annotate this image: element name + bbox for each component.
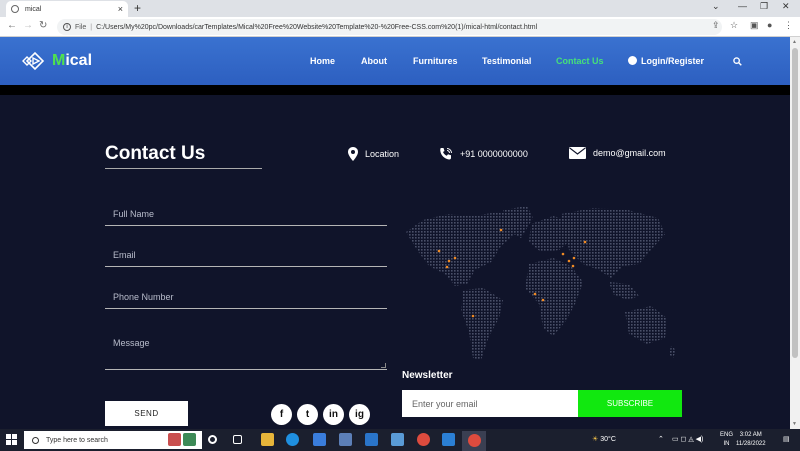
mail-icon[interactable] (365, 433, 378, 446)
chrome-active-icon[interactable] (468, 434, 481, 447)
email-field-wrap (105, 245, 387, 267)
minimize-icon[interactable]: — (738, 1, 747, 11)
gift-box-icon[interactable] (183, 433, 196, 446)
task-view-icon[interactable] (208, 435, 217, 444)
url-field[interactable]: i File | C:/Users/My%20pc/Downloads/carT… (57, 19, 722, 35)
menu-kebab-icon[interactable]: ⋮ (784, 20, 793, 31)
forward-icon[interactable]: → (23, 20, 33, 31)
phone-info: +91 0000000000 (439, 147, 528, 161)
textarea-resize-handle[interactable] (381, 363, 386, 368)
weather-temp: 30°C (600, 436, 616, 443)
weather-widget[interactable]: ☀ 30°C (592, 435, 616, 443)
bookmark-star-icon[interactable]: ☆ (730, 20, 738, 31)
globe-icon (11, 5, 19, 13)
nav-furnitures[interactable]: Furnitures (413, 56, 458, 66)
header-divider (0, 85, 790, 95)
chrome-icon[interactable] (417, 433, 430, 446)
instagram-icon[interactable]: ig (349, 404, 370, 425)
share-icon[interactable]: ⇪ (712, 20, 720, 31)
taskbar-search-icon (32, 436, 39, 444)
newsletter-email-input[interactable] (402, 390, 578, 417)
notepad-icon[interactable] (391, 433, 404, 446)
location-info: Location (348, 147, 399, 161)
scroll-up-icon[interactable]: ▲ (792, 39, 797, 45)
twitter-icon[interactable]: t (297, 404, 318, 425)
tray-system-icons[interactable]: ▭ ◻ ◬ ◀) (672, 435, 703, 443)
back-icon[interactable]: ← (7, 20, 17, 31)
title-underline (105, 168, 262, 169)
language-indicator[interactable]: ENG IN (720, 431, 733, 449)
phone-icon (440, 148, 452, 160)
logo-text: Mical (52, 52, 93, 69)
scrollbar-thumb[interactable] (792, 48, 798, 358)
new-tab-button[interactable]: + (134, 1, 141, 15)
email-info: demo@gmail.com (569, 147, 666, 159)
address-bar: ← → ↻ i File | C:/Users/My%20pc/Download… (0, 17, 800, 37)
phone-text: +91 0000000000 (460, 149, 528, 159)
profile-icon[interactable]: ● (767, 20, 772, 30)
send-button[interactable]: SEND (105, 401, 188, 426)
weather-sun-icon: ☀ (592, 436, 599, 443)
map-pin-icon (348, 147, 358, 161)
logo[interactable]: Mical (22, 50, 92, 72)
full-name-field-wrap (105, 204, 387, 226)
taskbar-clock[interactable]: 3:02 AM 11/28/2022 (736, 431, 766, 449)
linkedin-icon[interactable]: in (323, 404, 344, 425)
email-text: demo@gmail.com (593, 148, 666, 158)
edge-icon[interactable] (286, 433, 299, 446)
reload-icon[interactable]: ↻ (39, 20, 47, 31)
info-icon[interactable]: i (63, 23, 71, 31)
phone-field-wrap (105, 287, 387, 309)
facebook-icon[interactable]: f (271, 404, 292, 425)
nav-testimonial[interactable]: Testimonial (482, 56, 531, 66)
store-icon[interactable] (313, 433, 326, 446)
nav-about[interactable]: About (361, 56, 387, 66)
url-separator: | (90, 23, 93, 31)
location-text: Location (365, 149, 400, 159)
file-explorer-icon[interactable] (261, 433, 274, 446)
scroll-down-icon[interactable]: ▼ (792, 421, 797, 427)
user-circle-icon (628, 56, 637, 65)
tab-title: mical (25, 5, 42, 13)
tray-chevron-up-icon[interactable]: ⌃ (658, 435, 664, 443)
logo-mark-icon (22, 51, 45, 71)
browser-tab[interactable]: mical × (6, 1, 128, 17)
chevron-down-icon[interactable]: ⌄ (712, 1, 720, 12)
active-app-highlight (462, 431, 486, 451)
nav-home[interactable]: Home (310, 56, 335, 66)
widgets-icon[interactable] (233, 435, 242, 444)
window-close-icon[interactable]: ✕ (782, 1, 790, 12)
email-input[interactable] (105, 250, 387, 260)
phone-number-input[interactable] (105, 292, 387, 302)
search-icon[interactable] (733, 57, 742, 66)
subscribe-button[interactable]: SUBSCRIBE (578, 390, 682, 417)
message-field-wrap (105, 336, 387, 370)
nav-login-label: Login/Register (641, 56, 705, 66)
notification-icon[interactable]: ▤ (783, 435, 790, 443)
nav-login-register[interactable]: Login/Register (628, 56, 704, 66)
full-name-input[interactable] (105, 209, 387, 219)
url-scheme-label: File (75, 23, 87, 31)
tab-close-icon[interactable]: × (118, 4, 123, 14)
os-taskbar: Type here to search ☀ 30°C ⌃ ▭ ◻ ◬ ◀) EN… (0, 429, 800, 451)
envelope-icon (569, 147, 586, 159)
taskbar-search-placeholder: Type here to search (46, 436, 108, 444)
vscode-icon[interactable] (442, 433, 455, 446)
contact-title: Contact Us (105, 143, 206, 164)
newsletter-title: Newsletter (402, 370, 453, 381)
url-text: C:/Users/My%20pc/Downloads/carTemplates/… (96, 23, 538, 31)
windows-start-icon[interactable] (6, 434, 17, 445)
side-panel-icon[interactable]: ▣ (750, 20, 759, 31)
message-textarea[interactable] (105, 336, 387, 369)
site-header: Mical Home About Furnitures Testimonial … (0, 37, 790, 85)
downloads-icon[interactable] (339, 433, 352, 446)
browser-tab-bar: mical × + ⌄ — ❐ ✕ (0, 0, 800, 17)
world-map (406, 206, 676, 360)
newsletter-email-wrap (402, 390, 578, 417)
restore-icon[interactable]: ❐ (760, 1, 768, 12)
nav-contact-us[interactable]: Contact Us (556, 56, 604, 66)
gift-icon[interactable] (168, 433, 181, 446)
